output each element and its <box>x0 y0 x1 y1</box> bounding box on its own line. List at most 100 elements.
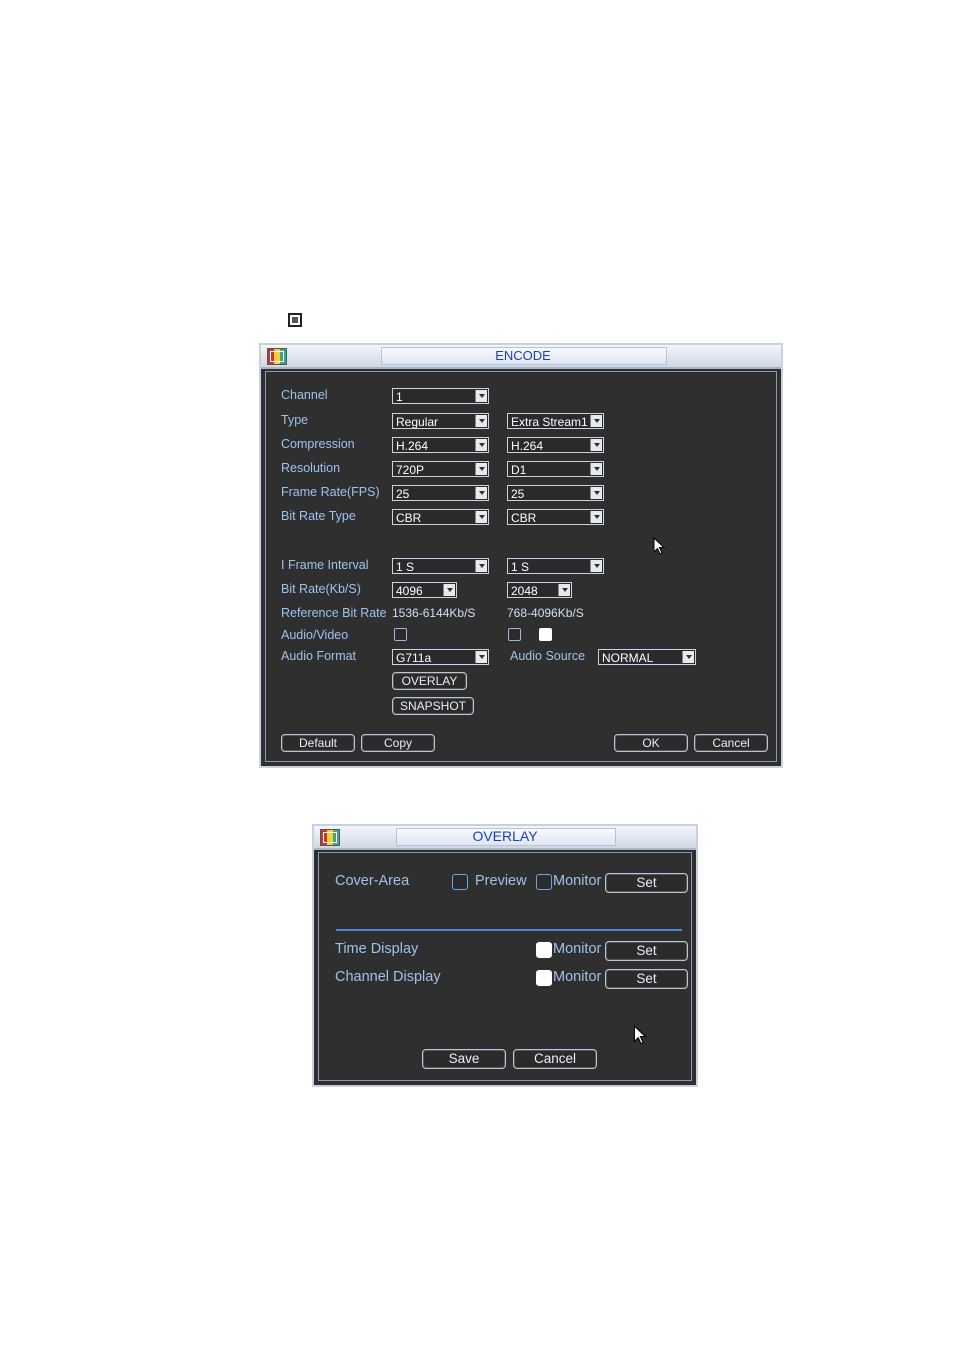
extra-compression-select[interactable]: H.264 <box>507 437 604 453</box>
cover-area-set-button[interactable]: Set <box>605 873 688 893</box>
bit-rate-type-value: CBR <box>396 511 422 525</box>
frame-rate-label: Frame Rate(FPS) <box>281 485 380 499</box>
chevron-down-icon <box>558 584 570 596</box>
bit-rate-label: Bit Rate(Kb/S) <box>281 582 361 596</box>
overlay-dialog: OVERLAY Cover-Area Preview Monitor Set T… <box>312 824 698 1087</box>
extra-video-checkbox[interactable] <box>539 628 552 641</box>
chevron-down-icon <box>475 439 487 451</box>
frame-rate-value: 25 <box>396 487 410 501</box>
mouse-cursor-icon <box>653 537 666 555</box>
extra-resolution-value: D1 <box>511 463 527 477</box>
time-display-set-button[interactable]: Set <box>605 941 688 961</box>
bit-rate-select[interactable]: 4096 <box>392 582 457 598</box>
cover-area-label: Cover-Area <box>335 873 410 889</box>
channel-display-set-button[interactable]: Set <box>605 969 688 989</box>
save-button[interactable]: Save <box>422 1049 506 1069</box>
chevron-down-icon <box>475 415 487 427</box>
audio-format-value: G711a <box>396 651 432 665</box>
extra-i-frame-interval-select[interactable]: 1 S <box>507 558 604 574</box>
resolution-select[interactable]: 720P <box>392 461 489 477</box>
chevron-down-icon <box>475 487 487 499</box>
reference-bit-rate-label: Reference Bit Rate <box>281 606 387 620</box>
extra-frame-rate-select[interactable]: 25 <box>507 485 604 501</box>
overlay-button[interactable]: OVERLAY <box>392 672 467 690</box>
time-monitor-label: Monitor <box>553 941 602 957</box>
channel-label: Channel <box>281 388 328 402</box>
extra-audio-checkbox[interactable] <box>508 628 521 641</box>
chevron-down-icon <box>475 511 487 523</box>
snapshot-button[interactable]: SNAPSHOT <box>392 697 474 715</box>
chevron-down-icon <box>590 415 602 427</box>
bit-rate-value: 4096 <box>396 584 423 598</box>
chevron-down-icon <box>590 487 602 499</box>
compression-label: Compression <box>281 437 355 451</box>
channel-value: 1 <box>396 390 403 404</box>
encode-titlebar: ENCODE <box>261 345 781 369</box>
extra-bit-rate-value: 2048 <box>511 584 538 598</box>
chevron-down-icon <box>682 651 694 663</box>
extra-i-frame-interval-value: 1 S <box>511 560 530 574</box>
overlay-title: OVERLAY <box>472 828 538 844</box>
extra-bit-rate-type-value: CBR <box>511 511 537 525</box>
default-button[interactable]: Default <box>281 734 355 752</box>
chevron-down-icon <box>590 560 602 572</box>
compression-select[interactable]: H.264 <box>392 437 489 453</box>
channel-select[interactable]: 1 <box>392 388 489 404</box>
preview-label: Preview <box>475 873 527 889</box>
resolution-value: 720P <box>396 463 425 477</box>
type-select[interactable]: Regular <box>392 413 489 429</box>
bit-rate-type-select[interactable]: CBR <box>392 509 489 525</box>
ok-button[interactable]: OK <box>614 734 688 752</box>
channel-monitor-label: Monitor <box>553 969 602 985</box>
extra-resolution-select[interactable]: D1 <box>507 461 604 477</box>
extra-reference-bit-rate-value: 768-4096Kb/S <box>507 606 584 620</box>
extra-type-value: Extra Stream1 <box>511 415 588 429</box>
type-label: Type <box>281 413 309 427</box>
resolution-label: Resolution <box>281 461 341 475</box>
frame-rate-select[interactable]: 25 <box>392 485 489 501</box>
bullet-square-icon <box>288 313 302 327</box>
chevron-down-icon <box>475 651 487 663</box>
channel-display-label: Channel Display <box>335 969 441 985</box>
bit-rate-type-label: Bit Rate Type <box>281 509 356 523</box>
audio-format-select[interactable]: G711a <box>392 649 489 665</box>
chevron-down-icon <box>475 463 487 475</box>
extra-compression-value: H.264 <box>511 439 544 453</box>
chevron-down-icon <box>475 390 487 402</box>
type-value: Regular <box>396 415 439 429</box>
monitor-label: Monitor <box>553 873 602 889</box>
app-icon <box>267 348 287 365</box>
audio-source-label: Audio Source <box>510 649 586 663</box>
i-frame-interval-select[interactable]: 1 S <box>392 558 489 574</box>
time-monitor-checkbox[interactable] <box>536 942 552 958</box>
cancel-button[interactable]: Cancel <box>694 734 768 752</box>
cover-preview-checkbox[interactable] <box>452 874 468 890</box>
chevron-down-icon <box>590 439 602 451</box>
mouse-cursor-icon <box>633 1025 647 1045</box>
overlay-cancel-button[interactable]: Cancel <box>513 1049 597 1069</box>
encode-dialog: ENCODE Channel Type Compression Resoluti… <box>259 343 783 768</box>
extra-frame-rate-value: 25 <box>511 487 525 501</box>
chevron-down-icon <box>590 463 602 475</box>
chevron-down-icon <box>475 560 487 572</box>
reference-bit-rate-value: 1536-6144Kb/S <box>392 606 476 620</box>
i-frame-interval-value: 1 S <box>396 560 415 574</box>
extra-type-select[interactable]: Extra Stream1 <box>507 413 604 429</box>
audio-format-label: Audio Format <box>281 649 357 663</box>
audio-video-label: Audio/Video <box>281 628 349 642</box>
chevron-down-icon <box>443 584 455 596</box>
extra-bit-rate-select[interactable]: 2048 <box>507 582 572 598</box>
app-icon <box>320 829 340 846</box>
compression-value: H.264 <box>396 439 429 453</box>
cover-monitor-checkbox[interactable] <box>536 874 552 890</box>
encode-title: ENCODE <box>495 348 551 363</box>
channel-monitor-checkbox[interactable] <box>536 970 552 986</box>
separator <box>336 929 682 931</box>
overlay-titlebar: OVERLAY <box>314 826 696 850</box>
audio-source-value: NORMAL <box>602 651 654 665</box>
copy-button[interactable]: Copy <box>361 734 435 752</box>
audio-source-select[interactable]: NORMAL <box>598 649 696 665</box>
audio-video-checkbox[interactable] <box>394 628 407 641</box>
i-frame-interval-label: I Frame Interval <box>281 558 369 572</box>
extra-bit-rate-type-select[interactable]: CBR <box>507 509 604 525</box>
